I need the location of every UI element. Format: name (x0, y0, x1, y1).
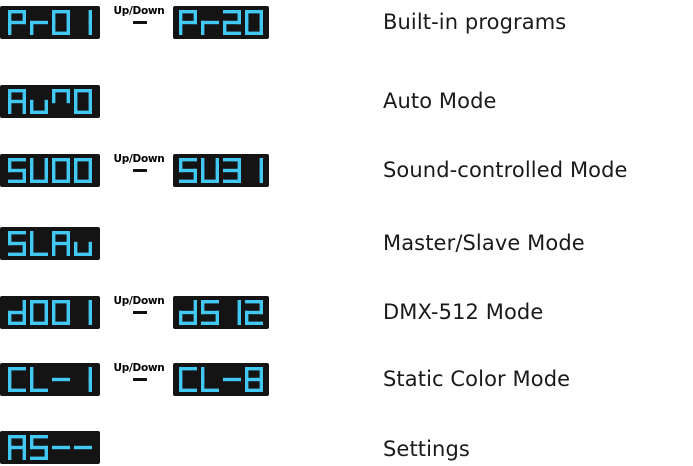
lcd-segments (8, 158, 92, 183)
range-dash-icon (133, 169, 147, 172)
menu-row-static-color-mode: Up/Down Static Color Mode (0, 362, 693, 397)
lcd-segment (52, 10, 56, 25)
up-down-label: Up/Down (113, 5, 165, 17)
lcd-segment (8, 252, 26, 256)
lcd-segment (88, 310, 92, 325)
lcd-segment (201, 321, 219, 325)
up-down-arrow: Up/Down (104, 153, 174, 182)
lcd-segment (245, 310, 263, 315)
lcd-segment (223, 20, 241, 25)
lcd-segments (8, 435, 92, 460)
menu-row-settings: Settings (0, 431, 693, 465)
lcd-segment (179, 179, 197, 183)
lcd-segment (179, 310, 197, 315)
up-down-label: Up/Down (113, 362, 165, 374)
mode-description: Master/Slave Mode (383, 231, 585, 255)
lcd-segment (74, 89, 78, 104)
lcd-segment (74, 158, 78, 173)
lcd-segments (179, 300, 263, 325)
lcd-segment (74, 241, 78, 256)
menu-row-sound-mode: Up/Down Sound-controlled Mode (0, 153, 693, 188)
lcd-display-from (0, 431, 100, 464)
lcd-segment (52, 89, 56, 104)
lcd-segment (201, 20, 219, 25)
lcd-segment (30, 367, 34, 382)
lcd-segment (52, 241, 70, 246)
lcd-segment (88, 377, 92, 392)
lcd-segment (8, 20, 26, 25)
lcd-segment (30, 158, 34, 173)
lcd-segment (52, 445, 70, 450)
range-dash-icon (133, 378, 147, 381)
lcd-display-from (0, 6, 100, 39)
lcd-display-to (173, 296, 269, 329)
lcd-segment (8, 168, 26, 173)
lcd-segments (8, 89, 92, 114)
lcd-segment (30, 20, 48, 25)
lcd-segment (8, 367, 12, 382)
mode-description: Static Color Mode (383, 367, 571, 391)
lcd-segment (8, 445, 26, 450)
up-down-label: Up/Down (113, 295, 165, 307)
mode-description: Built-in programs (383, 10, 567, 34)
lcd-display-to (173, 6, 269, 39)
lcd-segments (8, 300, 92, 325)
mode-description: Auto Mode (383, 89, 497, 113)
lcd-segment (30, 231, 34, 246)
lcd-segment (201, 310, 219, 315)
lcd-segments (179, 10, 263, 35)
lcd-segment (223, 377, 241, 382)
mode-description: DMX-512 Mode (383, 300, 544, 324)
range-dash-icon (133, 21, 147, 24)
lcd-segment (245, 10, 249, 25)
lcd-display-to (173, 154, 269, 187)
lcd-display-from (0, 85, 100, 118)
range-dash-icon (133, 311, 147, 314)
lcd-display-from (0, 227, 100, 260)
lcd-segment (259, 168, 263, 183)
lcd-segments (179, 367, 263, 392)
lcd-segments (8, 10, 92, 35)
menu-row-master-slave-mode: Master/Slave Mode (0, 227, 693, 261)
lcd-segment (237, 310, 241, 325)
lcd-segment (223, 168, 241, 173)
lcd-segment (30, 456, 48, 460)
lcd-display-from (0, 296, 100, 329)
up-down-arrow: Up/Down (104, 5, 174, 34)
lcd-segment (30, 300, 34, 315)
mode-description: Settings (383, 437, 470, 461)
lcd-segment (88, 20, 92, 35)
menu-row-built-in-programs: Up/Down Built-in programs (0, 5, 693, 40)
lcd-segment (52, 158, 56, 173)
mode-description: Sound-controlled Mode (383, 158, 628, 182)
lcd-segment (8, 99, 26, 104)
up-down-label: Up/Down (113, 153, 165, 165)
lcd-segment (223, 179, 241, 183)
lcd-segment (179, 168, 197, 173)
lcd-display-from (0, 363, 100, 396)
up-down-arrow: Up/Down (104, 362, 174, 391)
lcd-segment (52, 377, 70, 382)
lcd-display-from (0, 154, 100, 187)
lcd-segments (8, 367, 92, 392)
lcd-segment (179, 20, 197, 25)
lcd-segments (179, 158, 263, 183)
lcd-segment (66, 89, 70, 104)
lcd-segments (8, 231, 92, 256)
menu-row-auto-mode: Auto Mode (0, 85, 693, 119)
lcd-segment (8, 241, 26, 246)
lcd-segment (201, 367, 205, 382)
lcd-segment (201, 158, 205, 173)
lcd-display-to (173, 363, 269, 396)
lcd-segment (74, 445, 92, 450)
lcd-segment (30, 99, 34, 114)
up-down-arrow: Up/Down (104, 295, 174, 324)
lcd-segment (52, 300, 56, 315)
lcd-segment (8, 179, 26, 183)
lcd-segment (30, 445, 48, 450)
lcd-segment (245, 377, 263, 382)
menu-row-dmx-mode: Up/Down DMX-512 Mode (0, 295, 693, 330)
lcd-segment (179, 367, 183, 382)
lcd-segment (8, 310, 26, 315)
